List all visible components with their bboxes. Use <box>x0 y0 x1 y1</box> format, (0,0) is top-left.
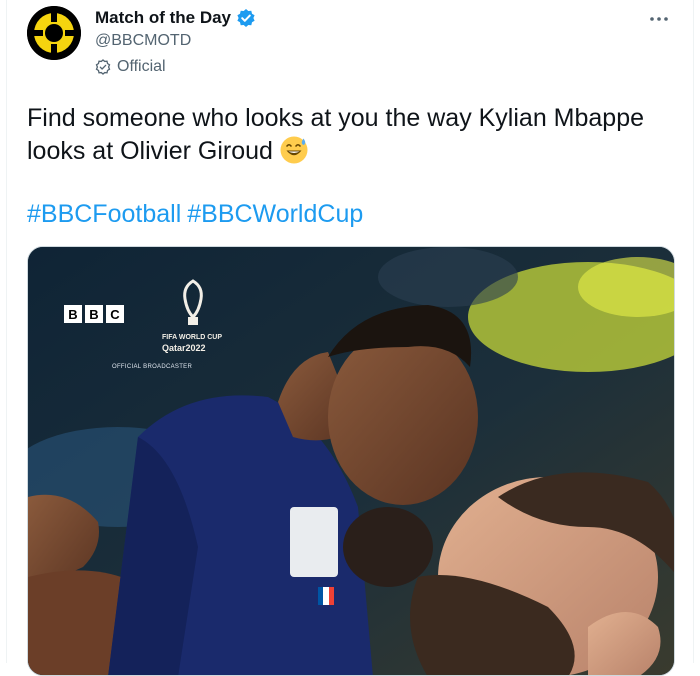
tweet-text: Find someone who looks at you the way Ky… <box>27 102 677 168</box>
hashtag-bbcfootball[interactable]: #BBCFootball <box>27 200 181 228</box>
world-cup-trophy-icon <box>183 279 203 325</box>
bbc-logo-letter: B <box>64 305 82 323</box>
tweet-card: Match of the Day @BBCMOTD Official Find … <box>6 0 694 676</box>
tweet-photo[interactable]: B B C FIFA WORLD CUP Qatar2022 OFFICIAL … <box>27 246 675 676</box>
account-name-row[interactable]: Match of the Day <box>95 8 256 28</box>
official-check-icon <box>95 59 111 75</box>
official-broadcaster-label: OFFICIAL BROADCASTER <box>112 364 193 370</box>
official-label: Official <box>95 58 166 76</box>
bbc-logo-letter: B <box>85 305 103 323</box>
account-name[interactable]: Match of the Day <box>95 8 231 28</box>
hashtag-row: #BBCFootball #BBCWorldCup <box>27 200 369 229</box>
sweat-smile-emoji <box>279 135 309 165</box>
bbc-logo-letter: C <box>106 305 124 323</box>
avatar[interactable] <box>27 6 81 60</box>
account-handle[interactable]: @BBCMOTD <box>95 32 191 50</box>
verified-badge-icon <box>236 8 256 28</box>
tweet-body: Find someone who looks at you the way Ky… <box>27 104 645 165</box>
match-of-the-day-logo <box>27 6 81 60</box>
official-text: Official <box>117 58 166 75</box>
hashtag-bbcworldcup[interactable]: #BBCWorldCup <box>187 200 363 228</box>
more-dots-icon[interactable] <box>647 10 671 28</box>
bbc-logo: B B C <box>64 305 127 323</box>
world-cup-subtitle: Qatar2022 <box>162 343 206 353</box>
world-cup-title: FIFA WORLD CUP <box>162 334 223 341</box>
